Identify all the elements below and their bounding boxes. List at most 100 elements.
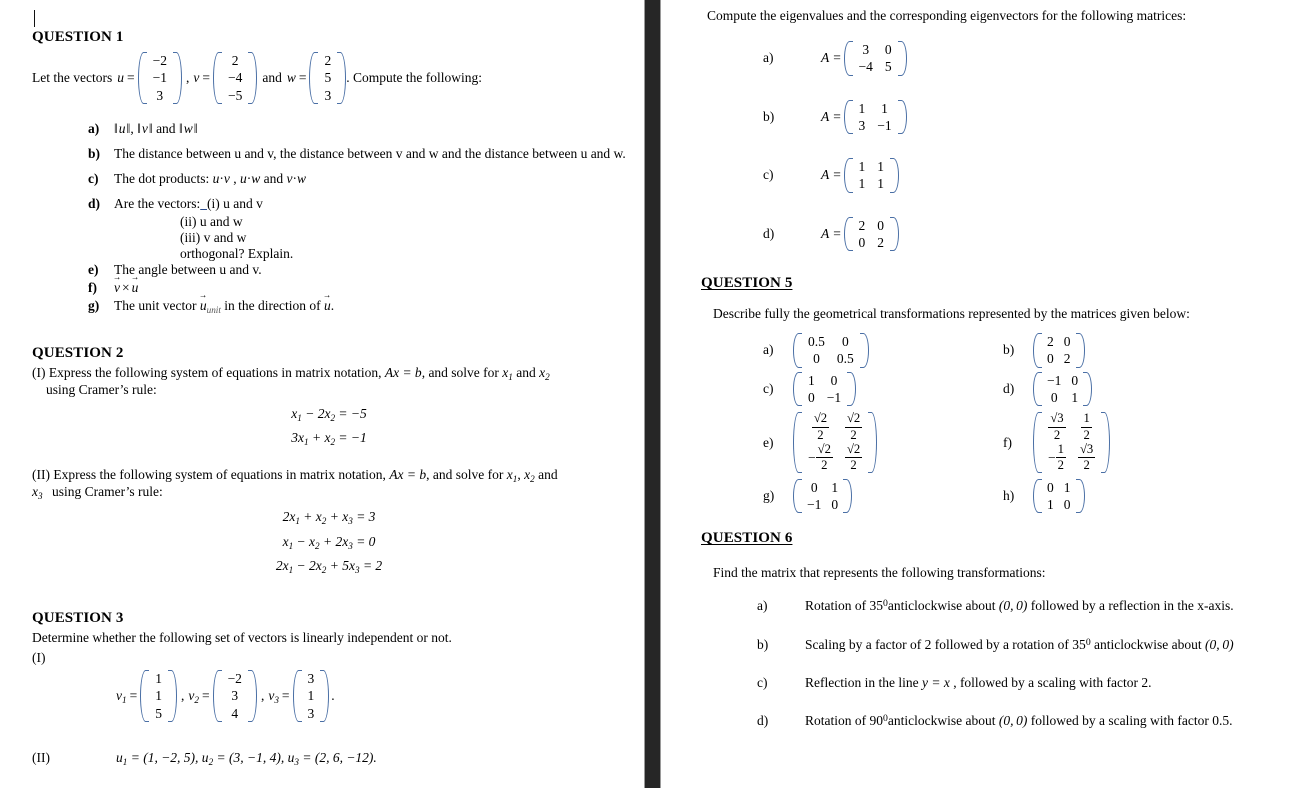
frac-den: 2 xyxy=(1053,427,1061,442)
matrix-cell: −1 xyxy=(877,117,892,133)
vector-w-label: w xyxy=(286,69,296,85)
vector-w-matrix: 2 5 3 xyxy=(309,52,347,104)
transformation-matrix: √3 2 12 −1 2 √3 2 xyxy=(1033,411,1111,473)
matrix-cell: −4 xyxy=(858,59,873,75)
part1-var-x2: x2 xyxy=(539,364,550,382)
question3-part2: (II) u1 = (1, −2, 5), u2 = (3, −1, 4), u… xyxy=(32,750,626,767)
item-g-mid: in the direction of xyxy=(224,297,321,313)
matrix-cell: 1 xyxy=(831,479,839,495)
transformation-matrix: 10 0 −1 xyxy=(793,371,857,407)
question1-item-g: g) The unit vector uunit in the directio… xyxy=(88,298,626,315)
question5-item-a: a) 0.5 0 0 0.5 xyxy=(763,333,1003,368)
matrix-cell: 0 xyxy=(808,389,815,405)
question3-heading: QUESTION 3 xyxy=(32,610,124,627)
question5-item-c: c) 10 0 −1 xyxy=(763,371,1003,407)
right-page-column: Compute the eigenvalues and the correspo… xyxy=(661,0,1295,788)
question1-heading: QUESTION 1 xyxy=(32,29,124,45)
item-label: b) xyxy=(757,636,769,652)
transformation-matrix: 01 10 xyxy=(1033,478,1085,514)
question1-item-d: d) Are the vectors: (i) u and v xyxy=(88,196,626,212)
matrix-lhs: A = xyxy=(821,225,842,241)
matrix-cell: 1 xyxy=(808,372,815,388)
norm-u: u xyxy=(114,121,130,136)
equation-row: 3x1 + x2 = −1 xyxy=(291,430,367,448)
matrix-cell: 5 xyxy=(324,70,332,86)
item-text: u, v and w xyxy=(114,121,626,137)
item-label: e) xyxy=(88,261,99,277)
question1-item-f: f) v×u xyxy=(88,280,626,296)
frac-num: √2 xyxy=(844,411,863,428)
question5-row-cd: c) 10 0 −1 d) −1 0 0 1 xyxy=(763,371,1281,411)
matrix-cell: −5 xyxy=(227,87,243,103)
left-page-column: QUESTION 1 Let the vectors u = −2 −1 3 ,… xyxy=(0,0,644,788)
question5-item-b: b) 20 02 xyxy=(1003,333,1243,368)
matrix-cell: −1 xyxy=(826,389,842,405)
item-label: d) xyxy=(88,195,101,211)
vector-v-label: v xyxy=(193,69,200,85)
item-label: g) xyxy=(763,488,775,504)
matrix-cell: −4 xyxy=(227,70,243,86)
matrix-cell: 2 xyxy=(877,234,884,250)
matrix-cell: 3 xyxy=(307,705,315,721)
question1-intro: Let the vectors u = −2 −1 3 , v = 2 −4 −… xyxy=(32,52,626,104)
part2-label: (II) xyxy=(32,467,50,483)
question2-heading: QUESTION 2 xyxy=(32,344,124,361)
matrix-lhs: A = xyxy=(821,108,842,124)
matrix-cell: 0 xyxy=(884,42,892,57)
matrix-cell: 0 xyxy=(1063,334,1071,350)
question1-item-a: a) u, v and w xyxy=(88,121,626,137)
matrix-cell: √2 2 xyxy=(839,442,868,473)
question4-item-a: a) A = 30 −4 5 xyxy=(763,41,1281,76)
question1-item-e: e) The angle between u and v. xyxy=(88,262,626,278)
vector-v2-label: v2 xyxy=(188,687,199,705)
frac-den: 2 xyxy=(817,427,824,442)
matrix-a: 30 −4 5 xyxy=(843,41,907,76)
frac-num: √2 xyxy=(844,442,863,459)
item-label: a) xyxy=(757,598,768,614)
question2-system1: x1 − 2x2 = −5 3x1 + x2 = −1 xyxy=(32,402,626,451)
question2-part1: (I) Express the following system of equa… xyxy=(32,365,626,398)
equals-sign: = xyxy=(202,69,210,85)
part2-var-x1: x1 xyxy=(506,467,518,485)
item-label: b) xyxy=(88,145,101,161)
question5-row-ab: a) 0.5 0 0 0.5 b) 2 0 0 2 xyxy=(763,333,1281,372)
question5-row-gh: g) 01 −1 0 h) 0 1 1 0 xyxy=(763,478,1281,518)
question3-intro: Determine whether the following set of v… xyxy=(32,630,452,646)
matrix-lhs: A = xyxy=(821,167,842,183)
matrix-cell: −1 2 xyxy=(1042,442,1072,473)
matrix-cell: 1 xyxy=(1071,389,1079,405)
item-text: Rotation of 900anticlockwise about (0, 0… xyxy=(805,712,1233,728)
matrix-cell: 1 xyxy=(155,688,162,704)
part2-var-x3: x3 xyxy=(32,484,43,502)
matrix-cell: 0 xyxy=(831,497,839,513)
matrix-cell: 3 xyxy=(231,688,239,704)
matrix-cell: −2 xyxy=(152,53,167,68)
question6-item-a: a) Rotation of 350anticlockwise about (0… xyxy=(757,598,1281,614)
matrix-cell: − √2 2 xyxy=(802,442,839,473)
question6-item-d: d) Rotation of 900anticlockwise about (0… xyxy=(757,713,1281,729)
frac-sign: − xyxy=(808,450,816,466)
matrix-cell: 3 xyxy=(307,671,315,687)
part2-eqnote: Ax = b xyxy=(389,467,427,483)
item-text: The angle between u and v. xyxy=(114,261,262,277)
frac-den: 2 xyxy=(1083,458,1090,473)
question1-item-d-sub-ii: (ii) u and w xyxy=(180,213,243,229)
matrix-cell: 0 xyxy=(810,479,818,495)
matrix-cell: 1 xyxy=(858,100,866,116)
part1-text-d: using Cramer’s rule: xyxy=(46,381,157,397)
norm-w: w xyxy=(179,121,198,136)
vector-v3-matrix: 3 1 3 xyxy=(292,670,330,723)
frac-sign: − xyxy=(1048,450,1056,466)
vector-u-label: u xyxy=(117,69,124,85)
document-page: QUESTION 1 Let the vectors u = −2 −1 3 ,… xyxy=(0,0,1295,788)
item-label: d) xyxy=(763,225,775,241)
matrix-cell: √2 2 xyxy=(839,411,868,442)
equation-row: x1 − 2x2 = −5 xyxy=(291,405,367,423)
equation-row: x1 − x2 + 2x3 = 0 xyxy=(282,533,376,551)
part1-var-x1: x1 xyxy=(502,364,513,382)
item-text: Reflection in the line y = x , followed … xyxy=(805,674,1152,690)
matrix-cell: 0 xyxy=(1071,372,1079,388)
question4-item-c: c) A = 11 11 xyxy=(763,158,1281,193)
frac-den: 2 xyxy=(850,427,857,442)
matrix-cell: 0 xyxy=(1050,389,1058,405)
